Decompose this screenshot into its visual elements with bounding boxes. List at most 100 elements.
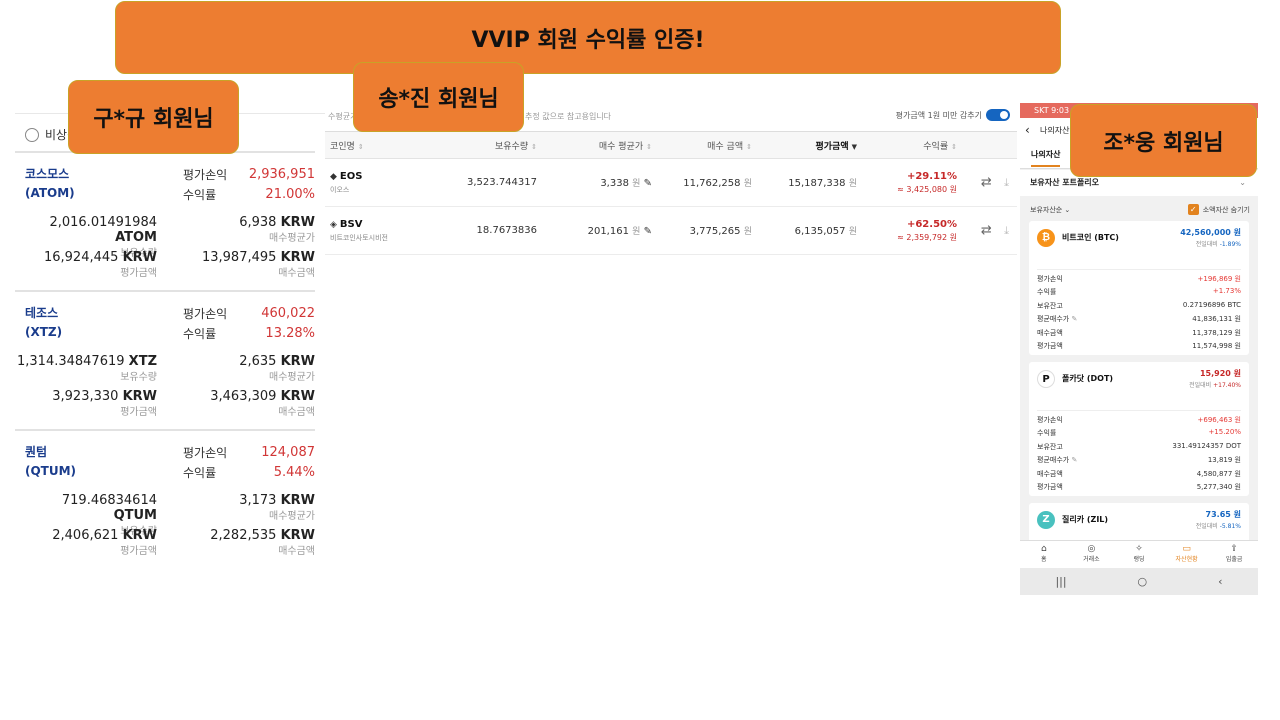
eval-unit: KRW: [122, 389, 157, 404]
holdings-table: 코인명 ⇕ 보유수량 ⇕ 매수 평균가 ⇕ 매수 금액 ⇕ 평가금액 ▼ 수익률 ⇕ ◆ EO…: [325, 131, 1017, 255]
nav-deposit[interactable]: ⇪ 입출금: [1210, 541, 1258, 568]
nav-assets[interactable]: ▭ 자산현황: [1163, 541, 1211, 568]
sort-down-icon: ▼: [851, 142, 857, 151]
rate-value: +62.50%: [906, 218, 957, 230]
deposit-icon: ⇪: [1230, 544, 1238, 554]
toggle-switch[interactable]: [986, 109, 1010, 121]
left-portfolio-panel: 비상장 코스모스 (ATOM) 평가손익 수익률 2,936,951 21.00% 2…: [15, 113, 325, 563]
bsv-icon: ◈: [330, 219, 337, 230]
hide-small-toggle[interactable]: 평가금액 1원 미만 감추기: [896, 109, 1010, 121]
buy-cell: 2,282,535 KRW 매수금액: [210, 528, 315, 557]
bottom-nav: ⌂ 홈 ◎ 거래소 ✧ 랭딩 ▭ 자산현황 ⇪ 입출금: [1020, 540, 1258, 568]
coin-block-xtz: 테조스 (XTZ) 평가손익 수익률 460,022 13.28% 1,314.348…: [15, 290, 315, 429]
eval-cell: 3,923,330 KRW 평가금액: [52, 389, 157, 418]
table-row[interactable]: ◆ EOS 이오스 3,523.744317 3,338 원 ✎ 11,762,25…: [325, 158, 1017, 207]
table-header-row: 코인명 ⇕ 보유수량 ⇕ 매수 평균가 ⇕ 매수 금액 ⇕ 평가금액 ▼ 수익률 ⇕: [325, 131, 1017, 159]
table-row[interactable]: ◈ BSV 비트코인사토시비전 18.7673836 201,161 원 ✎ 3,7…: [325, 206, 1017, 255]
eval-unit: KRW: [122, 250, 157, 265]
coin-name: 코스모스: [25, 167, 70, 181]
sort-icon: ⇕: [357, 142, 364, 151]
back-icon[interactable]: ‹: [1218, 575, 1222, 588]
toggle-label: 평가금액 1원 미만 감추기: [895, 110, 982, 120]
eval-label: 평가금액: [120, 268, 157, 279]
avg-label: 매수평균가: [269, 372, 315, 383]
asset-card-btc[interactable]: ₿ 비트코인 (BTC) 42,560,000 원 전일대비 -1.89% 평가손…: [1029, 221, 1249, 355]
pl-value: 124,087: [261, 445, 315, 460]
qty-unit: XTZ: [128, 354, 157, 369]
tab-my-assets[interactable]: 나의자산: [1031, 149, 1061, 167]
col-avg[interactable]: 매수 평균가 ⇕: [555, 131, 670, 159]
checkbox-icon[interactable]: ✓: [1187, 204, 1199, 215]
transfer-icon[interactable]: ⇄: [981, 175, 992, 190]
eval-label: 평가금액: [120, 546, 157, 557]
eos-icon: ◆: [330, 171, 337, 182]
polkadot-icon: P: [1037, 370, 1055, 388]
qty-unit: QTUM: [113, 508, 157, 523]
card-price: 15,920 원 전일대비 +17.40%: [1189, 369, 1241, 389]
asset-card-dot[interactable]: P 폴카닷 (DOT) 15,920 원 전일대비 +17.40% 평가손익 +69…: [1029, 362, 1249, 496]
zilliqa-icon: Z: [1037, 511, 1055, 529]
col-rate[interactable]: 수익률 ⇕: [875, 131, 975, 159]
col-qty[interactable]: 보유수량 ⇕: [435, 131, 555, 159]
pencil-icon[interactable]: ✎: [644, 178, 652, 189]
nav-lending[interactable]: ✧ 랭딩: [1115, 541, 1163, 568]
avg-unit: KRW: [280, 354, 315, 369]
bitcoin-icon: ₿: [1037, 229, 1055, 247]
pl-value: 460,022: [261, 306, 315, 321]
coin-name: 퀀텀: [25, 445, 48, 459]
nav-exchange[interactable]: ◎ 거래소: [1068, 541, 1116, 568]
eval-value: 6,135,057: [794, 226, 846, 237]
radio-icon[interactable]: [25, 127, 39, 142]
pencil-icon[interactable]: ✎: [644, 226, 652, 237]
buy-unit: KRW: [280, 389, 315, 404]
eval-cell: 15,187,338 원: [770, 158, 875, 207]
qty-unit: ATOM: [115, 230, 157, 245]
card-price: 73.65 원 전일대비 -5.81%: [1195, 510, 1241, 530]
pl-label: 평가손익: [183, 168, 228, 182]
buy-unit: KRW: [280, 528, 315, 543]
buy-cell: 13,987,495 KRW 매수금액: [202, 250, 315, 279]
edit-icon[interactable]: ✎: [1071, 315, 1077, 323]
card-details: 평가손익 +696,463 원 수익률 +15.20% 보유잔고 331.491243…: [1037, 410, 1241, 495]
recent-apps-icon[interactable]: |||: [1055, 575, 1066, 588]
home-button-icon[interactable]: ○: [1138, 575, 1148, 588]
col-coin[interactable]: 코인명 ⇕: [325, 131, 435, 159]
avg-value: 3,173: [239, 493, 277, 508]
sort-select[interactable]: 보유자산순 ⌄: [1030, 205, 1070, 215]
sort-icon: ⇕: [746, 142, 752, 151]
rate-value: 21.00%: [265, 187, 315, 202]
nav-home[interactable]: ⌂ 홈: [1020, 541, 1068, 568]
wallet-icon: ▭: [1182, 544, 1191, 554]
col-eval[interactable]: 평가금액 ▼: [770, 131, 875, 159]
col-buy[interactable]: 매수 금액 ⇕: [670, 131, 770, 159]
buy-label: 매수금액: [278, 546, 315, 557]
eval-unit: KRW: [122, 528, 157, 543]
rate-label: 수익률: [183, 466, 217, 480]
qty-value: 1,314.34847619: [17, 354, 125, 369]
member-label-right: 조*웅 회원님: [1070, 104, 1257, 177]
rate-cell: +29.11% ≈ 3,425,080 원: [875, 158, 975, 207]
download-icon[interactable]: ⤓: [1004, 176, 1009, 189]
card-price: 42,560,000 원 전일대비 -1.89%: [1180, 228, 1241, 248]
system-nav-bar: ||| ○ ‹: [1020, 568, 1258, 595]
pl-label: 평가손익: [183, 446, 228, 460]
rate-value: +29.11%: [906, 170, 957, 182]
eval-cell: 2,406,621 KRW 평가금액: [52, 528, 157, 557]
member-label-middle: 송*진 회원님: [353, 62, 524, 132]
rate-label: 수익률: [183, 188, 217, 202]
buy-cell: 11,762,258 원: [670, 158, 770, 207]
avg-label: 매수평균가: [269, 233, 315, 244]
coin-name: 비트코인사토시비전: [330, 233, 388, 242]
transfer-icon[interactable]: ⇄: [981, 223, 992, 238]
edit-icon[interactable]: ✎: [1071, 456, 1077, 464]
back-arrow-icon[interactable]: ‹: [1025, 118, 1030, 143]
header-title: 나의자산: [1040, 126, 1070, 135]
coin-name: 이오스: [330, 185, 350, 194]
avg-value: 201,161: [587, 226, 629, 237]
title-banner: VVIP 회원 수익률 인증!: [115, 1, 1061, 74]
asset-card-zil[interactable]: Z 질리카 (ZIL) 73.65 원 전일대비 -5.81%: [1029, 503, 1249, 543]
hide-small-assets[interactable]: ✓ 소액자산 숨기기: [1187, 204, 1250, 215]
member-label-left: 구*규 회원님: [68, 80, 239, 154]
eval-cell: 16,924,445 KRW 평가금액: [44, 250, 157, 279]
download-icon[interactable]: ⤓: [1004, 224, 1009, 237]
